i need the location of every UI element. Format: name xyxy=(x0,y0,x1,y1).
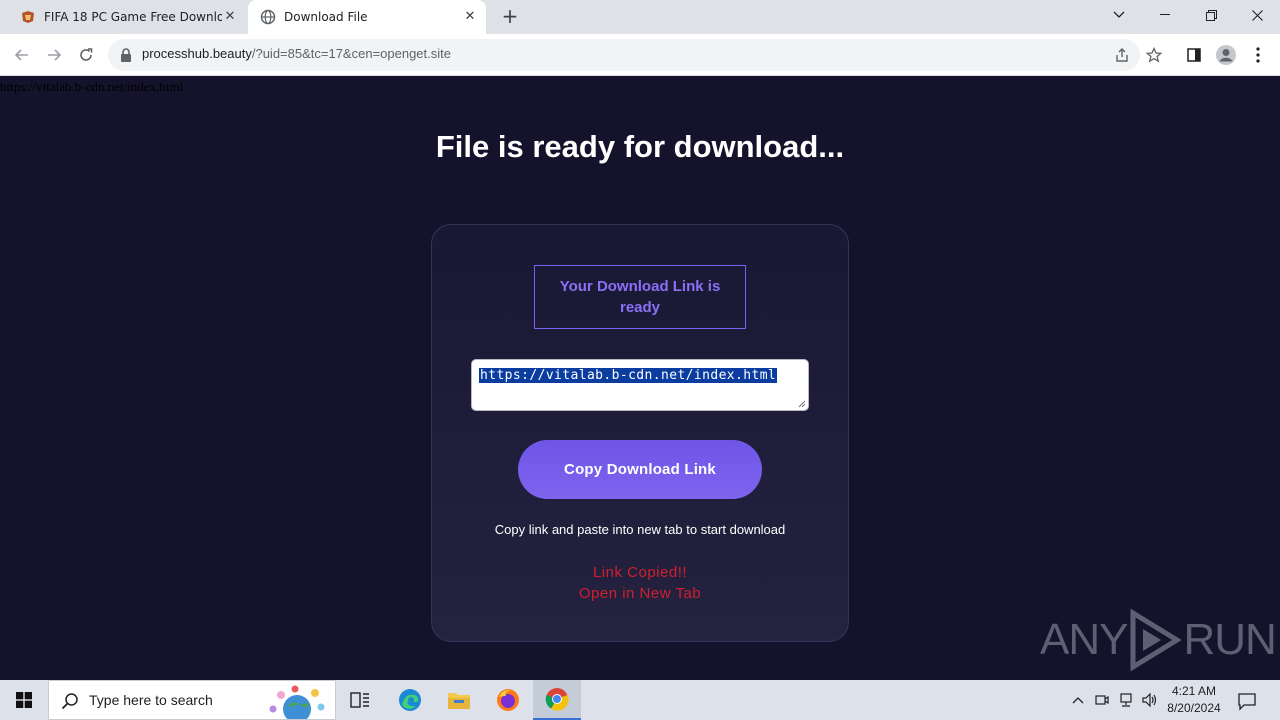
search-highlight-globe-icon xyxy=(269,685,325,719)
share-icon[interactable] xyxy=(1112,45,1132,65)
file-explorer-icon[interactable] xyxy=(435,680,483,720)
back-button[interactable] xyxy=(8,41,36,69)
meet-now-icon[interactable] xyxy=(1092,690,1112,710)
menu-kebab-icon[interactable] xyxy=(1244,41,1272,69)
fifa-favicon-icon xyxy=(20,9,36,25)
link-copied-text: Link Copied!! xyxy=(592,564,688,581)
reload-button[interactable] xyxy=(72,41,100,69)
watermark-right: RUN xyxy=(1183,615,1276,664)
play-logo-icon xyxy=(1130,609,1183,671)
close-tab-icon[interactable]: ✕ xyxy=(462,9,478,25)
start-button[interactable] xyxy=(0,680,48,720)
tab-search-chevron-icon[interactable] xyxy=(1096,0,1142,30)
clock-date: 8/20/2024 xyxy=(1167,701,1221,715)
side-panel-icon[interactable] xyxy=(1180,41,1208,69)
selected-link-text: https://vitalab.b-cdn.net/index.html xyxy=(479,368,778,383)
tab-fifa[interactable]: FIFA 18 PC Game Free Download ✕ xyxy=(8,0,246,34)
windows-logo-icon xyxy=(16,692,32,708)
instructions-text: Copy link and paste into new tab to star… xyxy=(494,522,786,537)
copy-download-link-button[interactable]: Copy Download Link xyxy=(518,440,762,499)
search-icon xyxy=(61,693,78,710)
edge-browser-icon[interactable] xyxy=(386,680,434,720)
forward-button[interactable] xyxy=(40,41,68,69)
search-placeholder: Type here to search xyxy=(89,692,213,708)
clock-time: 4:21 AM xyxy=(1171,684,1217,698)
watermark-left: ANY xyxy=(1040,615,1128,664)
close-tab-icon[interactable]: ✕ xyxy=(222,9,238,25)
address-bar[interactable]: processhub.beauty/?uid=85&tc=17&cen=open… xyxy=(108,39,1162,71)
taskbar: Type here to search 4:21 AM 8/20/2024 xyxy=(0,680,1280,720)
tab-download-file[interactable]: Download File ✕ xyxy=(248,0,486,34)
close-window-button[interactable] xyxy=(1234,0,1280,30)
browser-toolbar: processhub.beauty/?uid=85&tc=17&cen=open… xyxy=(0,34,1280,76)
page-heading: File is ready for download... xyxy=(435,129,845,164)
tab-title: Download File xyxy=(284,10,368,24)
chrome-icon[interactable] xyxy=(533,680,581,720)
tray-chevron-up-icon[interactable] xyxy=(1068,690,1088,710)
download-card: Your Download Link is ready https://vita… xyxy=(431,224,849,642)
copied-status: Link Copied!! Open in New Tab xyxy=(432,562,848,604)
download-link-textarea[interactable]: https://vitalab.b-cdn.net/index.html xyxy=(471,359,809,411)
anyrun-watermark: ANY RUN xyxy=(1040,609,1277,671)
page-content: https://vitalab.b-cdn.net/index.html Fil… xyxy=(0,77,1280,680)
task-view-icon[interactable] xyxy=(336,680,384,720)
volume-icon[interactable] xyxy=(1140,690,1160,710)
restore-button[interactable] xyxy=(1188,0,1234,30)
taskbar-search-box[interactable]: Type here to search xyxy=(48,680,336,720)
tab-title: FIFA 18 PC Game Free Download xyxy=(44,10,222,24)
url-text: processhub.beauty/?uid=85&tc=17&cen=open… xyxy=(142,46,451,61)
firefox-icon[interactable] xyxy=(484,680,532,720)
minimize-button[interactable] xyxy=(1142,0,1188,30)
tab-strip: FIFA 18 PC Game Free Download ✕ Download… xyxy=(0,0,1280,34)
new-tab-button[interactable]: + xyxy=(498,5,522,29)
globe-icon xyxy=(260,9,276,25)
bookmark-star-icon[interactable] xyxy=(1144,45,1164,65)
notification-icon[interactable] xyxy=(1236,690,1258,712)
profile-avatar-icon[interactable] xyxy=(1212,41,1240,69)
lock-icon[interactable] xyxy=(120,47,132,66)
resize-handle-icon[interactable] xyxy=(798,400,806,408)
link-ready-box: Your Download Link is ready xyxy=(534,265,746,329)
raw-link-text[interactable]: https://vitalab.b-cdn.net/index.html xyxy=(0,79,183,95)
open-new-tab-text: Open in New Tab xyxy=(578,585,702,602)
system-clock[interactable]: 4:21 AM 8/20/2024 xyxy=(1160,683,1228,717)
network-icon[interactable] xyxy=(1116,690,1136,710)
